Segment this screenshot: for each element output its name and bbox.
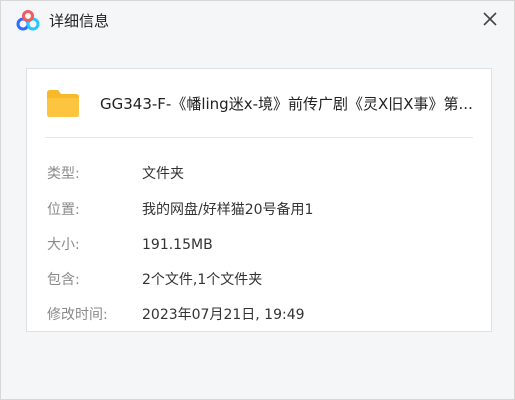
- modified-row: 修改时间: 2023年07月21日, 19:49: [47, 305, 477, 325]
- close-button[interactable]: [478, 7, 502, 31]
- type-value: 文件夹: [142, 166, 184, 182]
- contains-value: 2个文件,1个文件夹: [142, 272, 263, 288]
- divider: [45, 137, 473, 138]
- close-icon: [483, 12, 497, 26]
- size-row: 大小: 191.15MB: [47, 235, 477, 255]
- folder-icon: [45, 87, 81, 119]
- modified-value: 2023年07月21日, 19:49: [142, 307, 305, 323]
- size-value: 191.15MB: [142, 237, 213, 253]
- details-panel: GG343-F-《幡ling迷x-境》前传广剧《灵X旧X事》第... 类型: 文…: [26, 68, 492, 332]
- type-row: 类型: 文件夹: [47, 164, 477, 184]
- details-dialog: 详细信息 GG343-F-《幡ling迷x-境》前传广剧《灵X旧X事》第... …: [0, 0, 515, 400]
- location-row: 位置: 我的网盘/好样猫20号备用1: [47, 200, 477, 220]
- location-label: 位置:: [47, 202, 80, 218]
- type-label: 类型:: [47, 166, 80, 182]
- location-value: 我的网盘/好样猫20号备用1: [142, 202, 314, 218]
- size-label: 大小:: [47, 237, 80, 253]
- modified-label: 修改时间:: [47, 307, 108, 323]
- contains-label: 包含:: [47, 272, 80, 288]
- baidu-netdisk-logo-icon: [16, 10, 40, 32]
- contains-row: 包含: 2个文件,1个文件夹: [47, 270, 477, 290]
- titlebar: 详细信息: [1, 1, 514, 39]
- file-name: GG343-F-《幡ling迷x-境》前传广剧《灵X旧X事》第...: [100, 95, 473, 113]
- dialog-title: 详细信息: [49, 12, 110, 30]
